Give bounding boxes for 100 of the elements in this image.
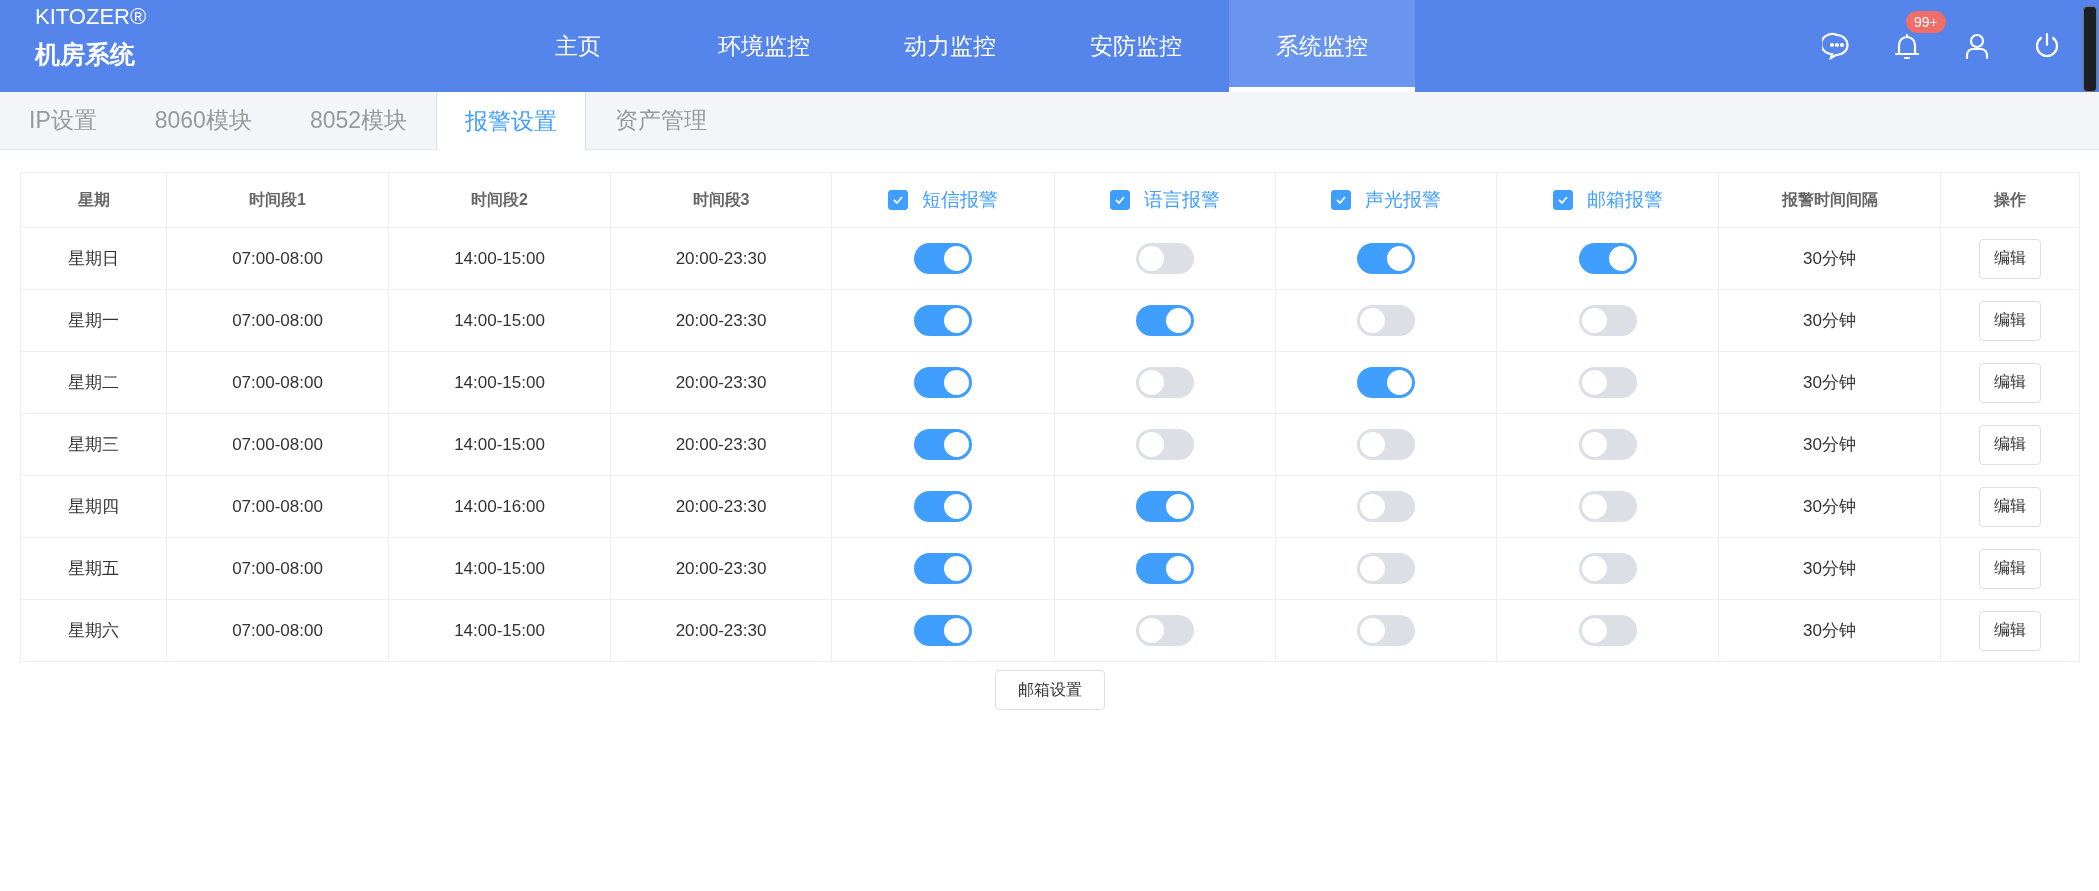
nav-tab[interactable]: 环境监控	[671, 0, 857, 92]
table-cell: 星期二	[20, 351, 167, 414]
table-cell: 07:00-08:00	[166, 227, 389, 290]
column-header: 短信报警	[922, 188, 998, 212]
toggle-switch[interactable]	[1357, 553, 1415, 584]
checkmark-icon	[1114, 194, 1126, 206]
checkbox[interactable]	[1331, 190, 1351, 210]
toggle-switch[interactable]	[1357, 243, 1415, 274]
table-cell: 30分钟	[1718, 537, 1941, 600]
toggle-switch[interactable]	[1357, 491, 1415, 522]
table-cell: 30分钟	[1718, 413, 1941, 476]
table-cell: 14:00-15:00	[388, 351, 611, 414]
nav-tab[interactable]: 动力监控	[857, 0, 1043, 92]
notification-badge: 99+	[1906, 11, 1946, 33]
toggle-switch[interactable]	[1357, 305, 1415, 336]
table-cell: 20:00-23:30	[610, 227, 832, 290]
table-cell: 20:00-23:30	[610, 599, 832, 662]
column-header: 报警时间间隔	[1718, 172, 1941, 228]
table-cell: 07:00-08:00	[166, 537, 389, 600]
column-header: 操作	[1940, 172, 2080, 228]
table-cell: 20:00-23:30	[610, 413, 832, 476]
toggle-switch[interactable]	[1136, 491, 1194, 522]
toggle-switch[interactable]	[914, 429, 972, 460]
table-cell: 星期五	[20, 537, 167, 600]
toggle-switch[interactable]	[1578, 429, 1637, 460]
table-cell: 30分钟	[1718, 599, 1941, 662]
table-cell: 20:00-23:30	[610, 351, 832, 414]
checkmark-icon	[1556, 194, 1569, 206]
toggle-switch[interactable]	[1578, 305, 1637, 336]
edit-button[interactable]: 编辑	[1979, 362, 2041, 403]
checkbox[interactable]	[1110, 190, 1130, 210]
tab[interactable]: 8060模块	[125, 92, 281, 149]
table-cell: 07:00-08:00	[166, 413, 389, 476]
table-cell: 30分钟	[1718, 227, 1941, 290]
table-cell: 20:00-23:30	[610, 537, 832, 600]
table-cell: 星期三	[20, 413, 167, 476]
table-cell: 07:00-08:00	[166, 351, 389, 414]
toggle-switch[interactable]	[1136, 243, 1194, 274]
tab[interactable]: 8052模块	[280, 92, 437, 149]
nav-tab[interactable]: 安防监控	[1043, 0, 1229, 92]
table-cell: 星期四	[20, 475, 167, 538]
toggle-switch[interactable]	[1578, 615, 1637, 646]
table-cell: 20:00-23:30	[610, 475, 832, 538]
column-header: 声光报警	[1365, 188, 1441, 212]
toggle-switch[interactable]	[1357, 429, 1415, 460]
edit-button[interactable]: 编辑	[1979, 238, 2041, 279]
column-header: 邮箱报警	[1586, 188, 1663, 212]
toggle-switch[interactable]	[1136, 305, 1194, 336]
checkmark-icon	[892, 194, 904, 206]
column-header: 时间段2	[388, 172, 611, 228]
toggle-switch[interactable]	[914, 305, 972, 336]
table-cell: 星期六	[20, 599, 167, 662]
column-header: 时间段1	[166, 172, 389, 228]
nav-tab[interactable]: 系统监控	[1229, 0, 1415, 92]
checkbox[interactable]	[1552, 190, 1573, 210]
tab[interactable]: IP设置	[0, 92, 126, 149]
tab[interactable]: 报警设置	[436, 92, 587, 150]
table-cell: 20:00-23:30	[610, 289, 832, 352]
table-cell: 30分钟	[1718, 351, 1941, 414]
toggle-switch[interactable]	[1357, 367, 1415, 398]
email-settings-button[interactable]: 邮箱设置	[994, 670, 1105, 710]
toggle-switch[interactable]	[1136, 553, 1194, 584]
table-cell: 30分钟	[1718, 289, 1941, 352]
toggle-switch[interactable]	[914, 243, 972, 274]
nav-tab[interactable]: 主页	[485, 0, 671, 92]
table-cell: 07:00-08:00	[166, 475, 389, 538]
edit-button[interactable]: 编辑	[1979, 610, 2041, 651]
edit-button[interactable]: 编辑	[1979, 548, 2041, 589]
tab[interactable]: 资产管理	[586, 92, 737, 149]
table-cell: 07:00-08:00	[166, 289, 389, 352]
toggle-switch[interactable]	[914, 491, 972, 522]
toggle-switch[interactable]	[914, 553, 972, 584]
column-header: 星期	[20, 172, 167, 228]
edit-button[interactable]: 编辑	[1979, 300, 2041, 341]
toggle-switch[interactable]	[914, 615, 972, 646]
edit-button[interactable]: 编辑	[1979, 424, 2041, 465]
system-name: 机房系统	[35, 39, 135, 70]
table-cell: 星期一	[20, 289, 167, 352]
table-cell: 14:00-16:00	[388, 475, 611, 538]
checkmark-icon	[1335, 194, 1347, 206]
table-cell: 30分钟	[1718, 475, 1941, 538]
toggle-switch[interactable]	[1578, 491, 1637, 522]
column-header: 时间段3	[610, 172, 832, 228]
toggle-switch[interactable]	[1136, 429, 1194, 460]
toggle-switch[interactable]	[1578, 553, 1637, 584]
table-cell: 14:00-15:00	[388, 227, 611, 290]
edit-button[interactable]: 编辑	[1979, 486, 2041, 527]
toggle-switch[interactable]	[914, 367, 972, 398]
toggle-switch[interactable]	[1578, 367, 1637, 398]
bell-icon[interactable]	[1892, 31, 1922, 61]
table-cell: 14:00-15:00	[388, 599, 611, 662]
table-cell: 14:00-15:00	[388, 289, 611, 352]
toggle-switch[interactable]	[1357, 615, 1415, 646]
toggle-switch[interactable]	[1578, 243, 1637, 274]
checkbox[interactable]	[888, 190, 908, 210]
toggle-switch[interactable]	[1136, 367, 1194, 398]
table-cell: 14:00-15:00	[388, 537, 611, 600]
toggle-switch[interactable]	[1136, 615, 1194, 646]
brand-name: KITOZER®	[35, 4, 147, 30]
chat-icon[interactable]	[1822, 31, 1852, 61]
